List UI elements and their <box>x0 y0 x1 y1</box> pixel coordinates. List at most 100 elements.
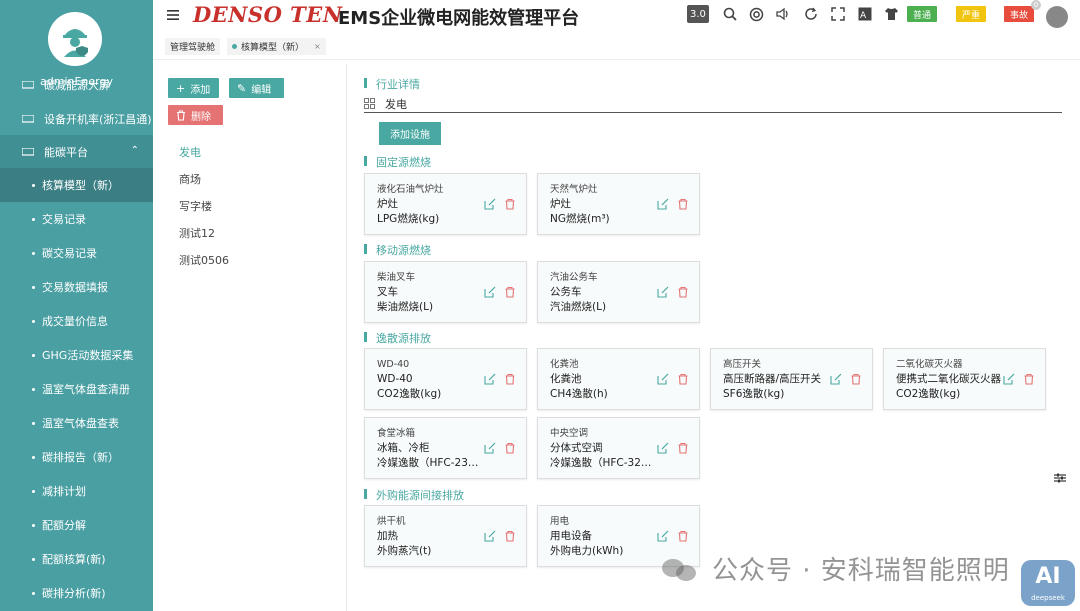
industry-detail: 行业详情 发电 添加设施 固定源燃烧 液化石油气炉灶 炉灶 LPG燃烧(kg) … <box>348 64 1080 611</box>
edit-icon[interactable] <box>484 530 496 542</box>
filter-settings-icon[interactable] <box>1054 472 1066 484</box>
sidebar-item-energy-screen[interactable]: 碳减能源大屏 <box>0 70 153 100</box>
edit-icon[interactable] <box>657 442 669 454</box>
close-icon[interactable]: × <box>314 42 321 51</box>
sidebar-item-accounting-model[interactable]: 核算模型（新） <box>0 168 153 202</box>
edit-icon[interactable] <box>657 286 669 298</box>
sidebar-group-energy-carbon[interactable]: 能碳平台 ⌃ <box>0 135 153 168</box>
alarm-level-accident[interactable]: 事故 <box>1004 6 1035 22</box>
industry-list: 发电 商场 写字楼 测试12 测试0506 <box>179 144 229 279</box>
delete-button-label: 删除 <box>191 111 211 123</box>
edit-icon[interactable] <box>484 442 496 454</box>
edit-icon[interactable] <box>484 373 496 385</box>
fullscreen-icon[interactable] <box>829 5 847 23</box>
tab-cockpit[interactable]: 管理驾驶舱 <box>165 38 221 55</box>
delete-icon[interactable] <box>504 286 516 298</box>
edit-icon[interactable] <box>830 373 842 385</box>
sidebar-item-quota-allocation[interactable]: 配额分解 <box>0 508 153 542</box>
facility-emission: SF6逸散(kg) <box>723 388 785 400</box>
add-button[interactable]: + 添加 <box>168 78 219 98</box>
industry-item[interactable]: 发电 <box>179 144 229 171</box>
user-menu-avatar[interactable] <box>1046 6 1068 28</box>
sidebar-item-ghg-collection[interactable]: GHG活动数据采集 <box>0 338 153 372</box>
refresh-icon[interactable] <box>802 5 820 23</box>
section-title-mobile-combustion: 移动源燃烧 <box>362 242 431 258</box>
add-button-label: 添加 <box>190 84 211 96</box>
add-facility-button[interactable]: 添加设施 <box>379 122 441 145</box>
sidebar-item-volume-price[interactable]: 成交量价信息 <box>0 304 153 338</box>
sidebar-item-transactions[interactable]: 交易记录 <box>0 202 153 236</box>
edit-icon[interactable] <box>657 373 669 385</box>
edit-button[interactable]: ✎ 编辑 <box>229 78 284 98</box>
font-size-icon[interactable]: A <box>856 5 874 23</box>
delete-button[interactable]: 删除 <box>168 105 223 125</box>
alarm-level-severe[interactable]: 严重 <box>956 6 987 22</box>
edit-icon[interactable] <box>657 530 669 542</box>
delete-icon[interactable] <box>504 442 516 454</box>
tab-bar: 管理驾驶舱 核算模型（新） × <box>153 32 1080 60</box>
sidebar-item-label: 交易记录 <box>42 213 86 226</box>
theme-shirt-icon[interactable] <box>883 5 901 23</box>
brand-logo: DENSO TEN <box>193 2 343 27</box>
industry-item[interactable]: 测试12 <box>179 225 229 252</box>
delete-icon[interactable] <box>677 442 689 454</box>
edit-icon[interactable] <box>1003 373 1015 385</box>
industry-item[interactable]: 写字楼 <box>179 198 229 225</box>
bullet-icon <box>32 251 35 255</box>
facility-name: 高压开关 <box>723 359 762 370</box>
sidebar-item-carbon-transactions[interactable]: 碳交易记录 <box>0 236 153 270</box>
sidebar-item-label: 成交量价信息 <box>42 315 108 328</box>
delete-icon[interactable] <box>850 373 862 385</box>
bullet-icon <box>32 183 35 187</box>
facility-card: 高压开关 高压断路器/高压开关 SF6逸散(kg) <box>710 348 873 410</box>
sidebar-item-label: 配额核算(新) <box>42 553 106 566</box>
tab-accounting-model[interactable]: 核算模型（新） × <box>227 38 326 55</box>
deepseek-ai-badge: AI deepseek <box>1021 560 1075 606</box>
delete-icon[interactable] <box>504 198 516 210</box>
delete-icon[interactable] <box>677 198 689 210</box>
user-avatar[interactable] <box>48 12 102 66</box>
industry-item[interactable]: 测试0506 <box>179 252 229 279</box>
chevron-up-icon: ⌃ <box>130 145 139 156</box>
sidebar-item-reduction-plan[interactable]: 减排计划 <box>0 474 153 508</box>
edit-icon[interactable] <box>484 286 496 298</box>
edit-icon[interactable] <box>484 198 496 210</box>
bullet-icon <box>32 285 35 289</box>
section-title-fixed-combustion: 固定源燃烧 <box>362 154 431 170</box>
delete-icon[interactable] <box>1023 373 1035 385</box>
delete-icon[interactable] <box>677 530 689 542</box>
search-icon[interactable] <box>721 5 739 23</box>
alarm-level-normal[interactable]: 普通 <box>907 6 938 22</box>
volume-icon[interactable] <box>775 5 793 23</box>
sidebar-item-ghg-inventory[interactable]: 温室气体盘查清册 <box>0 372 153 406</box>
bullet-icon <box>32 387 35 391</box>
facility-name: 汽油公务车 <box>550 272 598 283</box>
facility-card: 柴油叉车 叉车 柴油燃烧(L) <box>364 261 527 323</box>
help-lifebuoy-icon[interactable] <box>748 5 766 23</box>
sidebar-item-transaction-entry[interactable]: 交易数据填报 <box>0 270 153 304</box>
delete-icon[interactable] <box>504 530 516 542</box>
industry-item[interactable]: 商场 <box>179 171 229 198</box>
sidebar-group-label: 能碳平台 <box>44 145 88 159</box>
facility-name: 烘干机 <box>377 516 406 527</box>
menu-toggle-icon[interactable] <box>167 9 179 21</box>
delete-icon[interactable] <box>677 286 689 298</box>
sidebar-item-carbon-analysis[interactable]: 碳排分析(新) <box>0 576 153 610</box>
svg-text:A: A <box>860 11 867 21</box>
tab-label: 管理驾驶舱 <box>170 43 216 53</box>
delete-icon[interactable] <box>504 373 516 385</box>
sidebar-item-label: GHG活动数据采集 <box>42 349 134 362</box>
edit-icon[interactable] <box>657 198 669 210</box>
sidebar-item-quota-accounting[interactable]: 配额核算(新) <box>0 542 153 576</box>
grid-icon <box>364 98 375 109</box>
industry-name-row: 发电 <box>364 95 1062 113</box>
bullet-icon <box>32 421 35 425</box>
top-header: DENSO TEN EMS企业微电网能效管理平台 3.0 A 普通 严重 事故 … <box>153 0 1080 32</box>
sidebar-menu: 碳减能源大屏 设备开机率(浙江昌通) 能碳平台 ⌃ 核算模型（新） 交易记录 碳… <box>0 79 153 610</box>
version-badge[interactable]: 3.0 <box>687 5 709 23</box>
sidebar-item-carbon-report[interactable]: 碳排报告（新） <box>0 440 153 474</box>
sidebar-item-ghg-table[interactable]: 温室气体盘查表 <box>0 406 153 440</box>
monitor-icon <box>22 81 34 89</box>
delete-icon[interactable] <box>677 373 689 385</box>
sidebar-item-device-uptime[interactable]: 设备开机率(浙江昌通) <box>0 102 153 135</box>
